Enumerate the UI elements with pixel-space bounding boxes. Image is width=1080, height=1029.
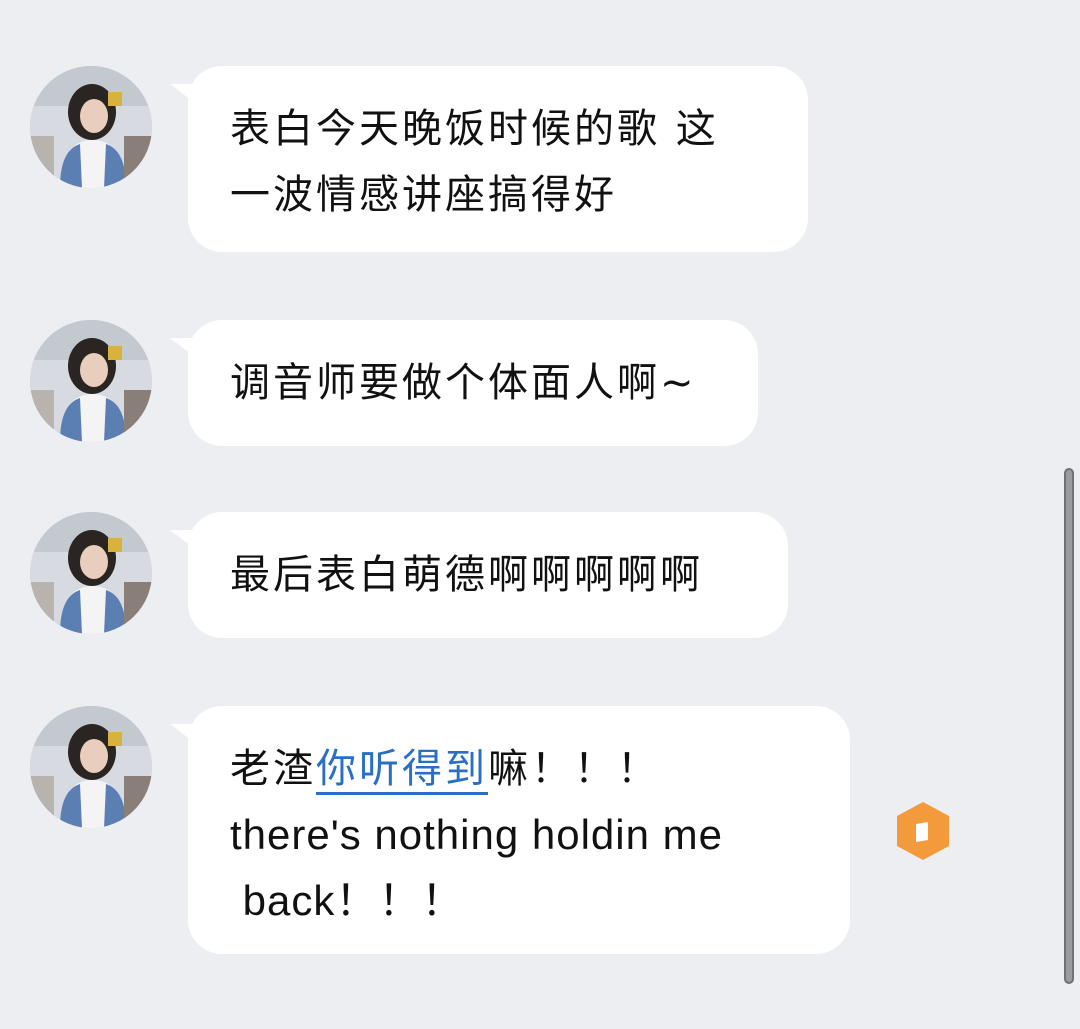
- message-text-line: 一波情感讲座搞得好: [230, 172, 617, 218]
- user-avatar[interactable]: [30, 320, 152, 442]
- message-text-line: 表白今天晚饭时候的歌 这: [230, 106, 719, 152]
- message-text-line: 调音师要做个体面人啊~: [230, 360, 697, 406]
- message-bubble[interactable]: 老渣你听得到嘛！！！ there's nothing holdin me bac…: [170, 706, 850, 954]
- user-avatar[interactable]: [30, 512, 152, 634]
- message-text-line: there's nothing holdin me: [230, 811, 723, 858]
- user-avatar[interactable]: [30, 706, 152, 828]
- message-bubble[interactable]: 最后表白萌德啊啊啊啊啊: [170, 512, 788, 638]
- message-link[interactable]: 你听得到: [316, 746, 488, 795]
- message-text-line: back！！！: [230, 877, 465, 924]
- message-text: 老渣: [230, 746, 316, 792]
- message-bubble[interactable]: 调音师要做个体面人啊~: [170, 320, 758, 446]
- user-avatar[interactable]: [30, 66, 152, 188]
- message-bubble[interactable]: 表白今天晚饭时候的歌 这 一波情感讲座搞得好: [170, 66, 808, 252]
- hexagon-badge-icon[interactable]: [894, 800, 952, 862]
- message-text: 嘛！！！: [488, 746, 660, 792]
- message-text-line: 最后表白萌德啊啊啊啊啊: [230, 552, 703, 598]
- message-text-line: 老渣你听得到嘛！！！: [230, 736, 810, 802]
- scrollbar[interactable]: [1064, 468, 1074, 984]
- chat-message-list: 表白今天晚饭时候的歌 这 一波情感讲座搞得好 调音师要做个体面人啊~ 最后表白萌…: [0, 0, 1080, 1029]
